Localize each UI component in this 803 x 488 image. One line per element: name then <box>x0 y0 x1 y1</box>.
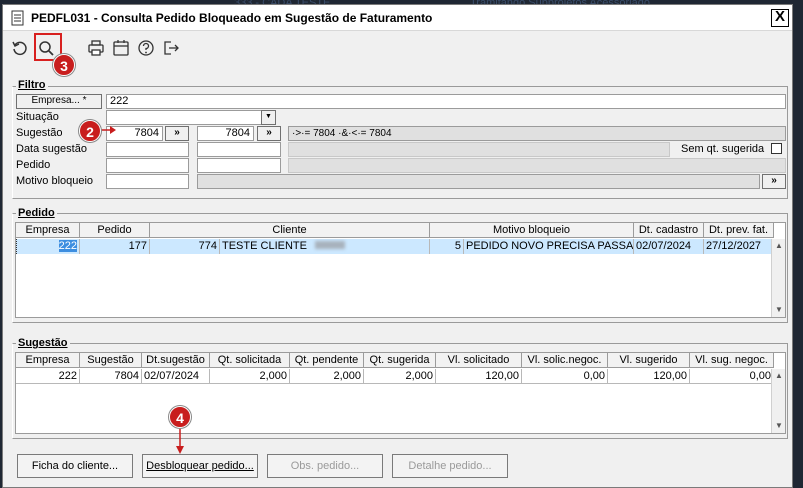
print-icon[interactable] <box>85 37 107 59</box>
empresa-button[interactable]: Empresa... * <box>16 94 102 109</box>
row-vl-solic-negoc: 0,00 <box>522 369 608 384</box>
row-dt-cadastro: 02/07/2024 <box>634 239 704 254</box>
sugestao-scrollbar[interactable]: ▲ ▼ <box>771 369 785 433</box>
row-vl-sugerido: 120,00 <box>608 369 690 384</box>
motivo-bloqueio-button[interactable]: » <box>762 174 786 189</box>
data-sugestao-expression <box>288 142 670 157</box>
column-header[interactable]: Cliente <box>150 223 430 238</box>
column-header[interactable]: Vl. sugerido <box>608 353 690 368</box>
exit-icon[interactable] <box>160 37 182 59</box>
row-motivo: PEDIDO NOVO PRECISA PASSAR I <box>466 239 634 254</box>
scroll-up-icon[interactable]: ▲ <box>774 241 784 251</box>
pedido-expression <box>288 158 786 173</box>
row-cliente-codigo: 774 <box>150 239 220 254</box>
step-badge-2: 2 <box>79 120 101 142</box>
detalhe-pedido-button[interactable]: Detalhe pedido... <box>392 454 508 478</box>
row-pedido: 177 <box>80 239 150 254</box>
column-header[interactable]: Qt. sugerida <box>364 353 436 368</box>
sugestao-to-input[interactable]: 7804 <box>197 126 254 141</box>
scroll-down-icon[interactable]: ▼ <box>774 305 784 315</box>
row-qt-pendente: 2,000 <box>290 369 364 384</box>
column-header[interactable]: Motivo bloqueio <box>430 223 634 238</box>
calendar-icon[interactable] <box>110 37 132 59</box>
obs-pedido-button[interactable]: Obs. pedido... <box>267 454 383 478</box>
title-bar: PEDFL031 - Consulta Pedido Bloqueado em … <box>3 5 792 31</box>
motivo-bloqueio-expression <box>197 174 760 189</box>
arrow-icon <box>176 429 184 454</box>
row-qt-solicitada: 2,000 <box>210 369 290 384</box>
help-icon[interactable] <box>135 37 157 59</box>
motivo-bloqueio-input[interactable] <box>106 174 189 189</box>
dropdown-icon[interactable]: ▼ <box>261 110 276 125</box>
pedido-from-input[interactable] <box>106 158 189 173</box>
scroll-up-icon[interactable]: ▲ <box>774 371 784 381</box>
row-dt-sugestao: 02/07/2024 <box>142 369 210 384</box>
column-header[interactable]: Dt. prev. fat. <box>704 223 774 238</box>
column-header[interactable]: Pedido <box>80 223 150 238</box>
column-header[interactable]: Vl. sug. negoc. <box>690 353 774 368</box>
scroll-down-icon[interactable]: ▼ <box>774 421 784 431</box>
document-icon <box>11 10 24 26</box>
arrow-icon <box>101 126 116 134</box>
column-header[interactable]: Vl. solic.negoc. <box>522 353 608 368</box>
ficha-cliente-button[interactable]: Ficha do cliente... <box>17 454 133 478</box>
pedido-label: Pedido <box>16 207 57 219</box>
column-header[interactable]: Sugestão <box>80 353 142 368</box>
sem-qt-sugerida-label: Sem qt. sugerida <box>681 143 765 155</box>
desbloquear-pedido-button[interactable]: Desbloquear pedido... <box>142 454 258 478</box>
column-header[interactable]: Qt. solicitada <box>210 353 290 368</box>
step-badge-3: 3 <box>53 54 75 76</box>
row-qt-sugerida: 2,000 <box>364 369 436 384</box>
sugestao-group-label: Sugestão <box>16 337 70 349</box>
sem-qt-sugerida-checkbox[interactable] <box>771 143 782 154</box>
sugestao-label: Sugestão <box>16 127 63 139</box>
toolbar <box>3 33 792 63</box>
motivo-bloqueio-label: Motivo bloqueio <box>16 175 94 187</box>
row-motivo-codigo: 5 <box>430 239 464 254</box>
pedido-table[interactable]: Empresa Pedido Cliente Motivo bloqueio D… <box>15 222 786 318</box>
sugestao-from-button[interactable]: » <box>165 126 189 141</box>
close-button[interactable]: X <box>771 9 789 27</box>
row-cliente-nome: TESTE CLIENTE <box>220 239 430 254</box>
column-header[interactable]: Empresa <box>16 223 80 238</box>
column-header[interactable]: Vl. solicitado <box>436 353 522 368</box>
sugestao-to-button[interactable]: » <box>257 126 281 141</box>
row-vl-solicitado: 120,00 <box>436 369 522 384</box>
data-sugestao-label: Data sugestão <box>16 143 87 155</box>
row-empresa: 222 <box>16 369 80 384</box>
row-sugestao: 7804 <box>80 369 142 384</box>
data-sugestao-to-input[interactable] <box>197 142 281 157</box>
sugestao-table[interactable]: Empresa Sugestão Dt.sugestão Qt. solicit… <box>15 352 786 434</box>
column-header[interactable]: Dt.sugestão <box>142 353 210 368</box>
sugestao-expression: ·>·= 7804 ·&·<·= 7804 <box>288 126 786 141</box>
pedido-scrollbar[interactable]: ▲ ▼ <box>771 239 785 317</box>
column-header[interactable]: Empresa <box>16 353 80 368</box>
situacao-select[interactable] <box>106 110 276 125</box>
column-header[interactable]: Dt. cadastro <box>634 223 704 238</box>
dialog-window: PEDFL031 - Consulta Pedido Bloqueado em … <box>2 4 793 488</box>
row-empresa: 222 <box>16 239 80 254</box>
pedido-filter-label: Pedido <box>16 159 51 171</box>
pedido-to-input[interactable] <box>197 158 281 173</box>
window-title: PEDFL031 - Consulta Pedido Bloqueado em … <box>31 11 433 25</box>
data-sugestao-from-input[interactable] <box>106 142 189 157</box>
step-badge-4: 4 <box>169 406 191 428</box>
column-header[interactable]: Qt. pendente <box>290 353 364 368</box>
refresh-icon[interactable] <box>9 37 31 59</box>
situacao-label: Situação <box>16 111 59 123</box>
empresa-input[interactable]: 222 <box>106 94 786 109</box>
row-vl-sug-negoc: 0,00 <box>690 369 774 384</box>
filtro-label: Filtro <box>16 79 48 91</box>
row-dt-prev-fat: 27/12/2027 <box>704 239 774 254</box>
